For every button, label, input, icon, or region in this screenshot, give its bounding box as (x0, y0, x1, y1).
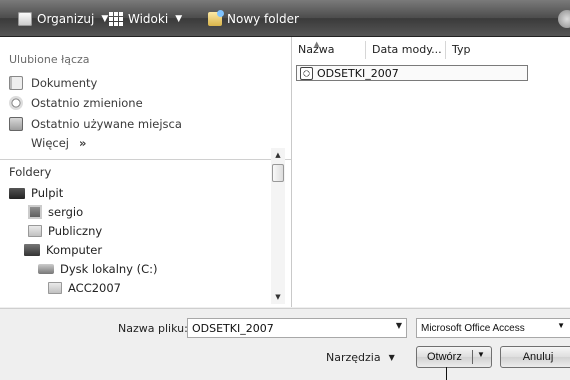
tree-item-label: Dysk lokalny (C:) (60, 262, 158, 276)
new-folder-icon (208, 10, 224, 26)
desktop-icon (9, 187, 25, 199)
cancel-label: Anuluj (522, 351, 554, 363)
favorite-link-documents[interactable]: Dokumenty (9, 74, 97, 92)
tree-item-acc2007[interactable]: ACC2007 (48, 280, 121, 296)
recent-places-icon (9, 117, 23, 131)
filename-input[interactable]: ODSETKI_2007 ▼ (187, 318, 407, 338)
organize-button[interactable]: Organizuj ▼ (18, 10, 108, 28)
divider (0, 159, 291, 160)
tree-item-sergio[interactable]: sergio (28, 204, 83, 220)
favorite-link-label: Ostatnio używane miejsca (31, 117, 182, 131)
filename-value: ODSETKI_2007 (192, 321, 274, 335)
pointer-line (446, 367, 447, 380)
new-folder-label: Nowy folder (227, 12, 299, 26)
tree-item-label: ACC2007 (68, 281, 121, 295)
dialog-footer: Nazwa pliku: ODSETKI_2007 ▼ Microsoft Of… (0, 308, 570, 380)
folder-icon (28, 225, 42, 237)
open-button[interactable]: Otwórz ▼ (416, 346, 492, 368)
scroll-down-icon[interactable]: ▼ (271, 290, 285, 304)
column-header-row: ▲ Nazwa Data mody... Typ (292, 40, 520, 59)
tree-item-label: Komputer (46, 243, 103, 257)
open-label: Otwórz (427, 351, 462, 363)
chevron-down-icon: ▼ (388, 353, 395, 362)
column-header-label: Typ (452, 43, 471, 56)
command-toolbar: Organizuj ▼ Widoki ▼ Nowy folder (0, 0, 570, 37)
folders-title: Foldery (9, 165, 52, 179)
navigation-pane: Ulubione łącza Dokumenty Ostatnio zmieni… (0, 37, 292, 307)
column-header-date-modified[interactable]: Data mody... (366, 41, 446, 59)
help-icon[interactable] (558, 10, 570, 28)
tree-item-label: Pulpit (31, 186, 64, 200)
chevron-down-icon[interactable]: ▼ (477, 350, 485, 359)
file-list-pane: ▲ Nazwa Data mody... Typ ODSETKI_2007 (292, 37, 570, 307)
more-links-label: Więcej (31, 136, 69, 150)
tree-item-label: sergio (48, 205, 84, 219)
chevron-down-icon[interactable]: ▼ (396, 321, 402, 330)
access-file-icon (300, 66, 313, 80)
chevron-down-icon[interactable]: ▼ (557, 321, 565, 330)
tree-item-public[interactable]: Publiczny (28, 223, 102, 239)
filename-label: Nazwa pliku: (118, 322, 188, 335)
organize-icon (18, 12, 32, 26)
folders-header[interactable]: Foldery ⌄ (0, 161, 291, 181)
computer-icon (24, 244, 40, 256)
cancel-button[interactable]: Anuluj (500, 346, 570, 368)
filetype-select[interactable]: Microsoft Office Access ▼ (416, 318, 570, 338)
tree-item-label: Publiczny (48, 224, 103, 238)
tools-label: Narzędzia (326, 351, 381, 364)
scroll-up-icon[interactable]: ▲ (271, 148, 285, 162)
chevron-down-icon: ▼ (175, 14, 183, 24)
favorite-link-recent-places[interactable]: Ostatnio używane miejsca (9, 115, 182, 133)
split-divider (472, 350, 473, 364)
favorite-links-title: Ulubione łącza (9, 53, 90, 66)
column-header-label: Data mody... (372, 43, 442, 56)
file-name: ODSETKI_2007 (317, 66, 399, 80)
list-item[interactable]: ODSETKI_2007 (296, 65, 528, 81)
drive-icon (38, 264, 54, 274)
folder-tree-scrollbar[interactable]: ▲ ▼ (271, 148, 285, 304)
more-links-button[interactable]: Więcej » (31, 134, 86, 152)
recently-changed-icon (9, 96, 23, 110)
double-chevron-right-icon: » (78, 136, 87, 150)
favorite-link-recently-changed[interactable]: Ostatnio zmienione (9, 94, 143, 112)
tree-item-local-disk[interactable]: Dysk lokalny (C:) (38, 261, 158, 277)
tree-item-desktop[interactable]: Pulpit (9, 185, 63, 201)
views-button[interactable]: Widoki ▼ (109, 10, 182, 28)
favorite-link-label: Ostatnio zmienione (31, 96, 143, 110)
folder-icon (48, 282, 62, 294)
tools-button[interactable]: Narzędzia ▼ (326, 351, 395, 364)
column-header-type[interactable]: Typ (446, 41, 520, 59)
column-header-name[interactable]: ▲ Nazwa (292, 40, 366, 59)
scrollbar-thumb[interactable] (272, 164, 284, 182)
organize-label: Organizuj (37, 12, 95, 26)
favorite-link-label: Dokumenty (31, 76, 98, 90)
new-folder-button[interactable]: Nowy folder (208, 10, 299, 28)
views-icon (109, 12, 123, 26)
chevron-down-icon: ▼ (101, 14, 109, 24)
documents-icon (9, 76, 23, 90)
filetype-value: Microsoft Office Access (421, 322, 525, 334)
sort-ascending-icon: ▲ (314, 40, 320, 48)
views-label: Widoki (128, 12, 169, 26)
tree-item-computer[interactable]: Komputer (24, 242, 102, 258)
user-folder-icon (28, 205, 42, 219)
